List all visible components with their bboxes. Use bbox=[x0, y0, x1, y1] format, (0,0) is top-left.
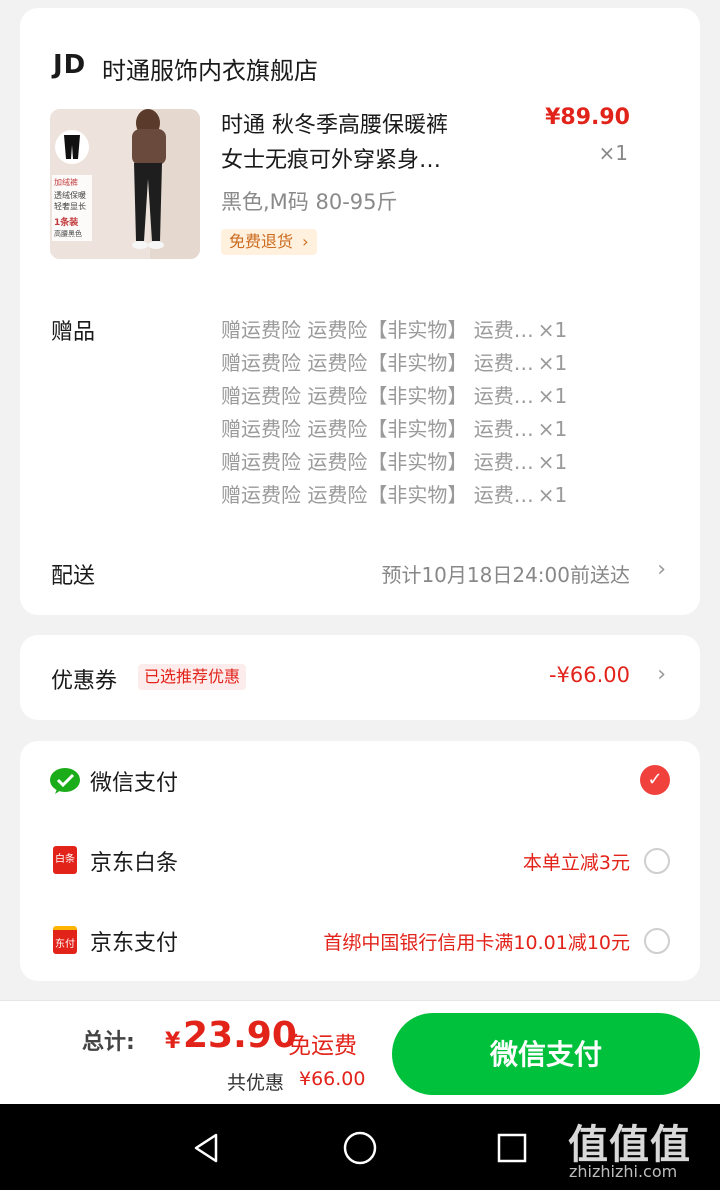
gift-item-qty: ×1 bbox=[537, 318, 568, 342]
payment-methods-card: 微信支付 ✓ 白条 京东白条 本单立减3元 东付 京东支付 首绑中国银行信用卡满… bbox=[20, 741, 700, 981]
thumb-tag-4: 1条装 bbox=[54, 218, 79, 228]
back-icon[interactable] bbox=[190, 1132, 222, 1164]
gift-item-text: 赠运费险 运费险【非实物】 运费… bbox=[221, 351, 534, 375]
gift-item-qty: ×1 bbox=[537, 384, 568, 408]
jdpay-promo: 首绑中国银行信用卡满10.01减10元 bbox=[323, 932, 630, 954]
gift-item-text: 赠运费险 运费险【非实物】 运费… bbox=[221, 450, 534, 474]
product-title-line1[interactable]: 时通 秋冬季高腰保暖裤 bbox=[221, 107, 448, 139]
payment-option-wechat[interactable]: 微信支付 ✓ bbox=[20, 757, 700, 807]
product-price: ¥89.90 bbox=[545, 105, 630, 130]
total-currency: ¥ bbox=[165, 1029, 181, 1054]
jd-logo: JD bbox=[53, 50, 87, 80]
coupon-recommended-badge: 已选推荐优惠 bbox=[138, 664, 247, 690]
free-shipping-label: 免运费 bbox=[288, 1033, 357, 1059]
gift-item-text: 赠运费险 运费险【非实物】 运费… bbox=[221, 318, 534, 342]
coupon-row[interactable]: 优惠券 已选推荐优惠 -¥66.00 › bbox=[20, 635, 700, 720]
thumb-tag-5: 高腰黑色 bbox=[54, 230, 82, 238]
product-title-line2[interactable]: 女士无痕可外穿紧身… bbox=[221, 142, 441, 174]
gift-item: 赠运费险 运费险【非实物】 运费… ×1 bbox=[221, 314, 567, 343]
payment-name-jdpay: 京东支付 bbox=[90, 931, 179, 956]
thumb-tag-3: 轻奢显长 bbox=[54, 202, 86, 211]
thumb-tag-1: 加绒裤 bbox=[54, 178, 78, 187]
total-amount: 23.90 bbox=[183, 1015, 297, 1056]
free-return-label: 免费退货 bbox=[229, 232, 294, 251]
baitiao-icon: 白条 bbox=[53, 846, 77, 874]
gifts-label: 赠品 bbox=[51, 320, 96, 345]
gift-item: 赠运费险 运费险【非实物】 运费… ×1 bbox=[221, 446, 567, 475]
radio-unchecked-icon[interactable] bbox=[644, 848, 670, 874]
total-label: 总计: bbox=[82, 1030, 135, 1055]
coupon-discount: -¥66.00 bbox=[548, 663, 630, 687]
gift-item: 赠运费险 运费险【非实物】 运费… ×1 bbox=[221, 413, 567, 442]
radio-unchecked-icon[interactable] bbox=[644, 928, 670, 954]
gift-item-qty: ×1 bbox=[537, 450, 568, 474]
coupon-label: 优惠券 bbox=[51, 669, 118, 694]
checkout-bar: 总计: ¥ 23.90 免运费 共优惠 ¥66.00 微信支付 bbox=[0, 1000, 720, 1105]
discount-label: 共优惠 bbox=[227, 1072, 285, 1094]
chevron-right-icon[interactable]: › bbox=[657, 662, 666, 687]
wechat-pay-icon bbox=[50, 768, 80, 794]
delivery-label: 配送 bbox=[51, 564, 96, 589]
gift-item-text: 赠运费险 运费险【非实物】 运费… bbox=[221, 483, 534, 507]
gift-item-qty: ×1 bbox=[537, 417, 568, 441]
free-return-badge[interactable]: 免费退货 › bbox=[221, 229, 317, 255]
delivery-estimate[interactable]: 预计10月18日24:00前送达 bbox=[381, 559, 630, 588]
home-icon[interactable] bbox=[342, 1130, 378, 1166]
payment-option-baitiao[interactable]: 白条 京东白条 本单立减3元 bbox=[20, 837, 700, 887]
gift-item-text: 赠运费险 运费险【非实物】 运费… bbox=[221, 384, 534, 408]
product-spec: 黑色,M码 80-95斤 bbox=[221, 190, 398, 214]
watermark-url: zhizhizhi.com bbox=[569, 1162, 678, 1181]
gift-item: 赠运费险 运费险【非实物】 运费… ×1 bbox=[221, 380, 567, 409]
chevron-right-icon: › bbox=[302, 232, 309, 251]
recents-icon[interactable] bbox=[496, 1132, 528, 1164]
system-nav-bar: 值值值 zhizhizhi.com bbox=[0, 1104, 720, 1190]
wechat-pay-button[interactable]: 微信支付 bbox=[392, 1013, 700, 1095]
store-name[interactable]: 时通服饰内衣旗舰店 bbox=[102, 51, 318, 86]
gift-item-qty: ×1 bbox=[537, 483, 568, 507]
gift-item-text: 赠运费险 运费险【非实物】 运费… bbox=[221, 417, 534, 441]
discount-amount: ¥66.00 bbox=[299, 1068, 366, 1090]
payment-option-jdpay[interactable]: 东付 京东支付 首绑中国银行信用卡满10.01减10元 bbox=[20, 917, 700, 967]
payment-name-baitiao: 京东白条 bbox=[90, 851, 179, 876]
payment-name-wechat: 微信支付 bbox=[90, 771, 179, 796]
thumb-tag-2: 透绒保暖 bbox=[54, 191, 86, 200]
gift-item-qty: ×1 bbox=[537, 351, 568, 375]
jd-pay-icon: 东付 bbox=[53, 926, 77, 954]
baitiao-promo: 本单立减3元 bbox=[522, 852, 630, 874]
chevron-right-icon[interactable]: › bbox=[657, 557, 666, 582]
product-thumbnail[interactable]: 加绒裤 透绒保暖 轻奢显长 1条装 高腰黑色 bbox=[50, 109, 200, 259]
gift-item: 赠运费险 运费险【非实物】 运费… ×1 bbox=[221, 479, 567, 508]
radio-checked-icon[interactable]: ✓ bbox=[640, 765, 670, 795]
product-qty: ×1 bbox=[598, 141, 628, 165]
gift-item: 赠运费险 运费险【非实物】 运费… ×1 bbox=[221, 347, 567, 376]
order-card: JD 时通服饰内衣旗舰店 加绒裤 透绒保暖 轻奢显长 1条装 高腰黑色 时通 秋… bbox=[20, 8, 700, 615]
